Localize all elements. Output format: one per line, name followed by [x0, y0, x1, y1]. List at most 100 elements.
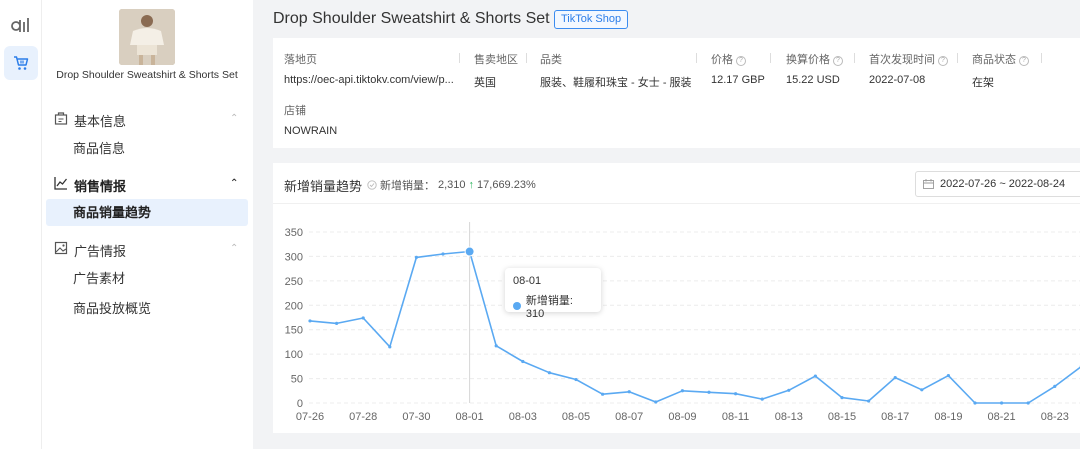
store-name[interactable]: NOWRAIN — [284, 125, 337, 137]
cart-nav-button[interactable] — [4, 46, 38, 80]
data-point — [1026, 401, 1030, 405]
info-converted-price: 换算价格? 15.22 USD — [786, 51, 843, 86]
info-landing-page: 落地页 https://oec-api.tiktokv.com/view/p..… — [284, 54, 454, 86]
data-point — [601, 392, 605, 396]
data-point — [867, 399, 871, 403]
y-tick-label: 150 — [285, 325, 303, 337]
data-point — [521, 359, 525, 364]
app-rail — [0, 0, 42, 449]
data-point — [840, 396, 844, 400]
store-icon — [54, 112, 68, 125]
x-tick-label: 08-07 — [615, 411, 643, 423]
x-tick-label: 07-28 — [349, 411, 377, 423]
sidebar-item-sales-trend[interactable]: 商品销量趋势 — [46, 199, 248, 226]
help-icon[interactable]: ? — [736, 56, 746, 66]
y-tick-label: 250 — [285, 276, 303, 288]
data-point — [893, 375, 897, 380]
nav-group-label: 销售情报 — [74, 179, 127, 194]
data-point — [1000, 401, 1004, 405]
data-point — [813, 374, 818, 378]
data-point — [973, 401, 977, 405]
product-name: Drop Shoulder Sweatshirt & Shorts Set — [56, 69, 238, 81]
data-point — [361, 316, 365, 320]
info-region: 售卖地区 英国 — [474, 54, 518, 89]
x-tick-label: 08-11 — [722, 411, 749, 423]
data-point — [627, 390, 631, 394]
y-tick-label: 350 — [285, 227, 303, 239]
x-tick-label: 08-05 — [562, 411, 590, 423]
chevron-up-icon: ⌃ — [230, 178, 239, 189]
x-tick-label: 08-17 — [881, 411, 909, 423]
data-point — [787, 388, 791, 392]
landing-page-link[interactable]: https://oec-api.tiktokv.com/view/p... — [284, 74, 454, 86]
nav-group-label: 广告情报 — [74, 244, 127, 259]
page-title: Drop Shoulder Sweatshirt & Shorts Set — [273, 10, 550, 27]
help-icon[interactable]: ? — [1019, 56, 1029, 66]
trend-chart-icon — [54, 177, 68, 190]
x-tick-label: 08-21 — [988, 411, 1016, 423]
x-tick-label: 08-01 — [456, 411, 484, 423]
data-point — [441, 252, 445, 256]
y-tick-label: 300 — [285, 251, 303, 263]
cart-icon — [14, 55, 29, 70]
data-point — [1053, 384, 1057, 388]
x-tick-label: 07-26 — [296, 411, 324, 423]
data-point — [760, 397, 764, 401]
data-point — [654, 400, 658, 404]
x-tick-label: 08-15 — [828, 411, 856, 423]
data-point — [946, 374, 951, 378]
y-tick-label: 0 — [297, 398, 303, 410]
product-info-card: 落地页 https://oec-api.tiktokv.com/view/p..… — [273, 38, 1080, 148]
info-status: 商品状态? 在架 — [972, 51, 1029, 90]
tooltip-date: 08-01 — [513, 275, 542, 287]
sales-trend-card: 新增销量趋势 新增销量： 2,310 ↑ 17,669.23% 2022-07-… — [273, 163, 1080, 433]
platform-badge: TikTok Shop — [554, 10, 629, 29]
info-first-seen: 首次发现时间? 2022-07-08 — [869, 51, 948, 86]
data-point — [494, 344, 498, 348]
data-point — [388, 345, 392, 349]
x-tick-label: 08-03 — [509, 411, 537, 423]
info-category: 品类 服装、鞋履和珠宝 - 女士 - 服装 — [540, 54, 692, 89]
chevron-up-icon: ⌃ — [230, 243, 239, 254]
product-photo-icon — [119, 9, 175, 65]
y-tick-label: 200 — [285, 300, 303, 312]
data-point — [920, 388, 924, 392]
info-store: 店铺 NOWRAIN — [284, 105, 338, 137]
x-tick-label: 08-13 — [775, 411, 803, 423]
tooltip-value: 新增销量: 310 — [525, 295, 573, 320]
sidebar: Drop Shoulder Sweatshirt & Shorts Set 基本… — [42, 0, 253, 449]
sales-line-chart[interactable]: 0 50 100 150 200 250 300 350 07-26 07-28 07-30 08-0… — [273, 163, 1080, 433]
nav-group-label: 基本信息 — [74, 114, 127, 129]
x-tick-label: 08-23 — [1041, 411, 1069, 423]
x-tick-label: 07-30 — [402, 411, 430, 423]
data-point — [707, 390, 711, 394]
data-point — [734, 392, 738, 396]
main-content: Drop Shoulder Sweatshirt & Shorts Set Ti… — [253, 0, 1080, 449]
sidebar-item-product-info[interactable]: 商品信息 — [46, 135, 248, 162]
nav-group-ads[interactable]: 广告情报 ⌃ — [42, 234, 253, 262]
y-tick-label: 50 — [291, 374, 303, 386]
data-point — [335, 321, 339, 325]
x-tick-label: 08-09 — [668, 411, 696, 423]
product-thumbnail — [119, 9, 175, 65]
highlighted-point[interactable] — [464, 246, 475, 257]
app-logo-icon[interactable] — [10, 16, 32, 34]
data-point — [574, 377, 578, 382]
help-icon[interactable]: ? — [833, 56, 843, 66]
nav-group-basic-info[interactable]: 基本信息 ⌃ — [42, 104, 253, 132]
help-icon[interactable]: ? — [938, 56, 948, 66]
chart-tooltip: 08-01 新增销量: 310 — [505, 268, 601, 320]
sidebar-item-ad-overview[interactable]: 商品投放概览 — [46, 295, 248, 322]
data-point — [308, 319, 312, 323]
data-point — [414, 255, 418, 260]
image-icon — [54, 241, 68, 255]
info-price: 价格? 12.17 GBP — [711, 54, 765, 86]
x-tick-label: 08-19 — [934, 411, 962, 423]
data-point — [680, 389, 684, 393]
chevron-up-icon: ⌃ — [230, 113, 239, 124]
y-tick-label: 100 — [285, 349, 303, 361]
data-point — [547, 371, 551, 375]
nav-group-sales[interactable]: 销售情报 ⌃ — [42, 169, 253, 197]
series-line-new-sales — [309, 250, 1080, 404]
sidebar-item-ad-creatives[interactable]: 广告素材 — [46, 265, 248, 292]
